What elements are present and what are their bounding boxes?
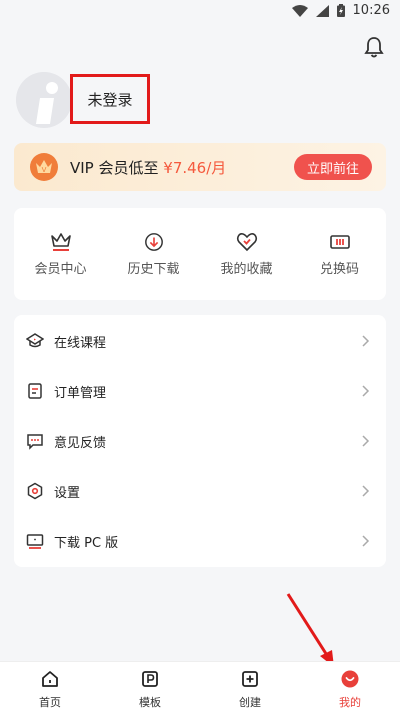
username-highlight: 未登录	[70, 74, 150, 124]
tab-label: 我的	[339, 696, 361, 709]
status-bar: 10:26	[0, 0, 400, 24]
default-avatar-icon	[16, 72, 72, 128]
chevron-right-icon	[362, 385, 370, 397]
tab-label: 创建	[239, 696, 261, 709]
tab-create[interactable]: 创建	[200, 670, 300, 710]
menu-item-online-course[interactable]: 在线课程	[14, 316, 386, 366]
tab-home[interactable]: 首页	[0, 670, 100, 710]
menu-label: 下载 PC 版	[54, 535, 119, 551]
chevron-right-icon	[362, 485, 370, 497]
order-icon	[28, 383, 42, 399]
action-redeem-code[interactable]: 兑换码	[293, 232, 386, 277]
quick-actions-card: 会员中心 历史下载 我的收藏 兑换码	[14, 208, 386, 300]
menu-item-settings[interactable]: 设置	[14, 466, 386, 516]
username[interactable]: 未登录	[87, 89, 132, 110]
signal-icon	[315, 4, 329, 17]
settings-icon	[27, 482, 43, 500]
menu-label: 设置	[54, 485, 81, 501]
tab-mine[interactable]: 我的	[300, 670, 400, 710]
monitor-icon	[26, 534, 44, 549]
menu-label: 订单管理	[54, 385, 107, 401]
action-my-favorites[interactable]: 我的收藏	[200, 232, 293, 277]
download-circle-icon	[144, 233, 163, 251]
vip-crown-icon: V	[30, 153, 58, 181]
menu-label: 在线课程	[54, 335, 107, 351]
action-history-download[interactable]: 历史下载	[107, 232, 200, 277]
course-icon	[26, 333, 44, 348]
tab-label: 模板	[139, 696, 161, 709]
chevron-right-icon	[362, 435, 370, 447]
feedback-icon	[27, 434, 43, 450]
action-label: 历史下载	[127, 262, 180, 277]
vip-prefix: VIP 会员低至	[70, 159, 164, 177]
action-label: 我的收藏	[220, 262, 273, 277]
plus-square-icon	[242, 671, 258, 687]
wifi-icon	[291, 4, 308, 17]
annotation-arrow	[286, 593, 334, 667]
home-icon	[42, 671, 58, 687]
vip-text: VIP 会员低至 ¥7.46/月	[70, 157, 226, 178]
crown-icon	[50, 233, 71, 251]
ticket-icon	[329, 235, 350, 249]
tab-template[interactable]: 模板	[100, 670, 200, 710]
profile-header[interactable]	[16, 72, 72, 128]
avatar[interactable]	[16, 72, 72, 128]
battery-icon	[336, 4, 345, 17]
menu-item-feedback[interactable]: 意见反馈	[14, 416, 386, 466]
menu-item-download-pc[interactable]: 下载 PC 版	[14, 516, 386, 566]
vip-go-button[interactable]: 立即前往	[294, 154, 372, 180]
action-label: 会员中心	[34, 262, 87, 277]
status-time: 10:26	[352, 3, 390, 18]
vip-price: ¥7.46/月	[163, 159, 227, 177]
vip-banner[interactable]: V VIP 会员低至 ¥7.46/月 立即前往	[14, 143, 386, 191]
menu-label: 意见反馈	[54, 435, 107, 451]
bottom-tab-bar: 首页 模板 创建 我的	[0, 661, 400, 713]
profile-icon	[341, 670, 359, 688]
tab-label: 首页	[39, 696, 61, 709]
menu-card: 在线课程 订单管理 意见反馈 设置 下载 PC 版	[14, 315, 386, 567]
bell-icon[interactable]	[364, 36, 384, 58]
action-label: 兑换码	[319, 262, 359, 277]
svg-text:V: V	[42, 166, 47, 174]
menu-item-order-management[interactable]: 订单管理	[14, 366, 386, 416]
template-icon	[142, 671, 158, 687]
action-member-center[interactable]: 会员中心	[14, 232, 107, 277]
chevron-right-icon	[362, 535, 370, 547]
heart-icon	[236, 233, 257, 252]
chevron-right-icon	[362, 335, 370, 347]
